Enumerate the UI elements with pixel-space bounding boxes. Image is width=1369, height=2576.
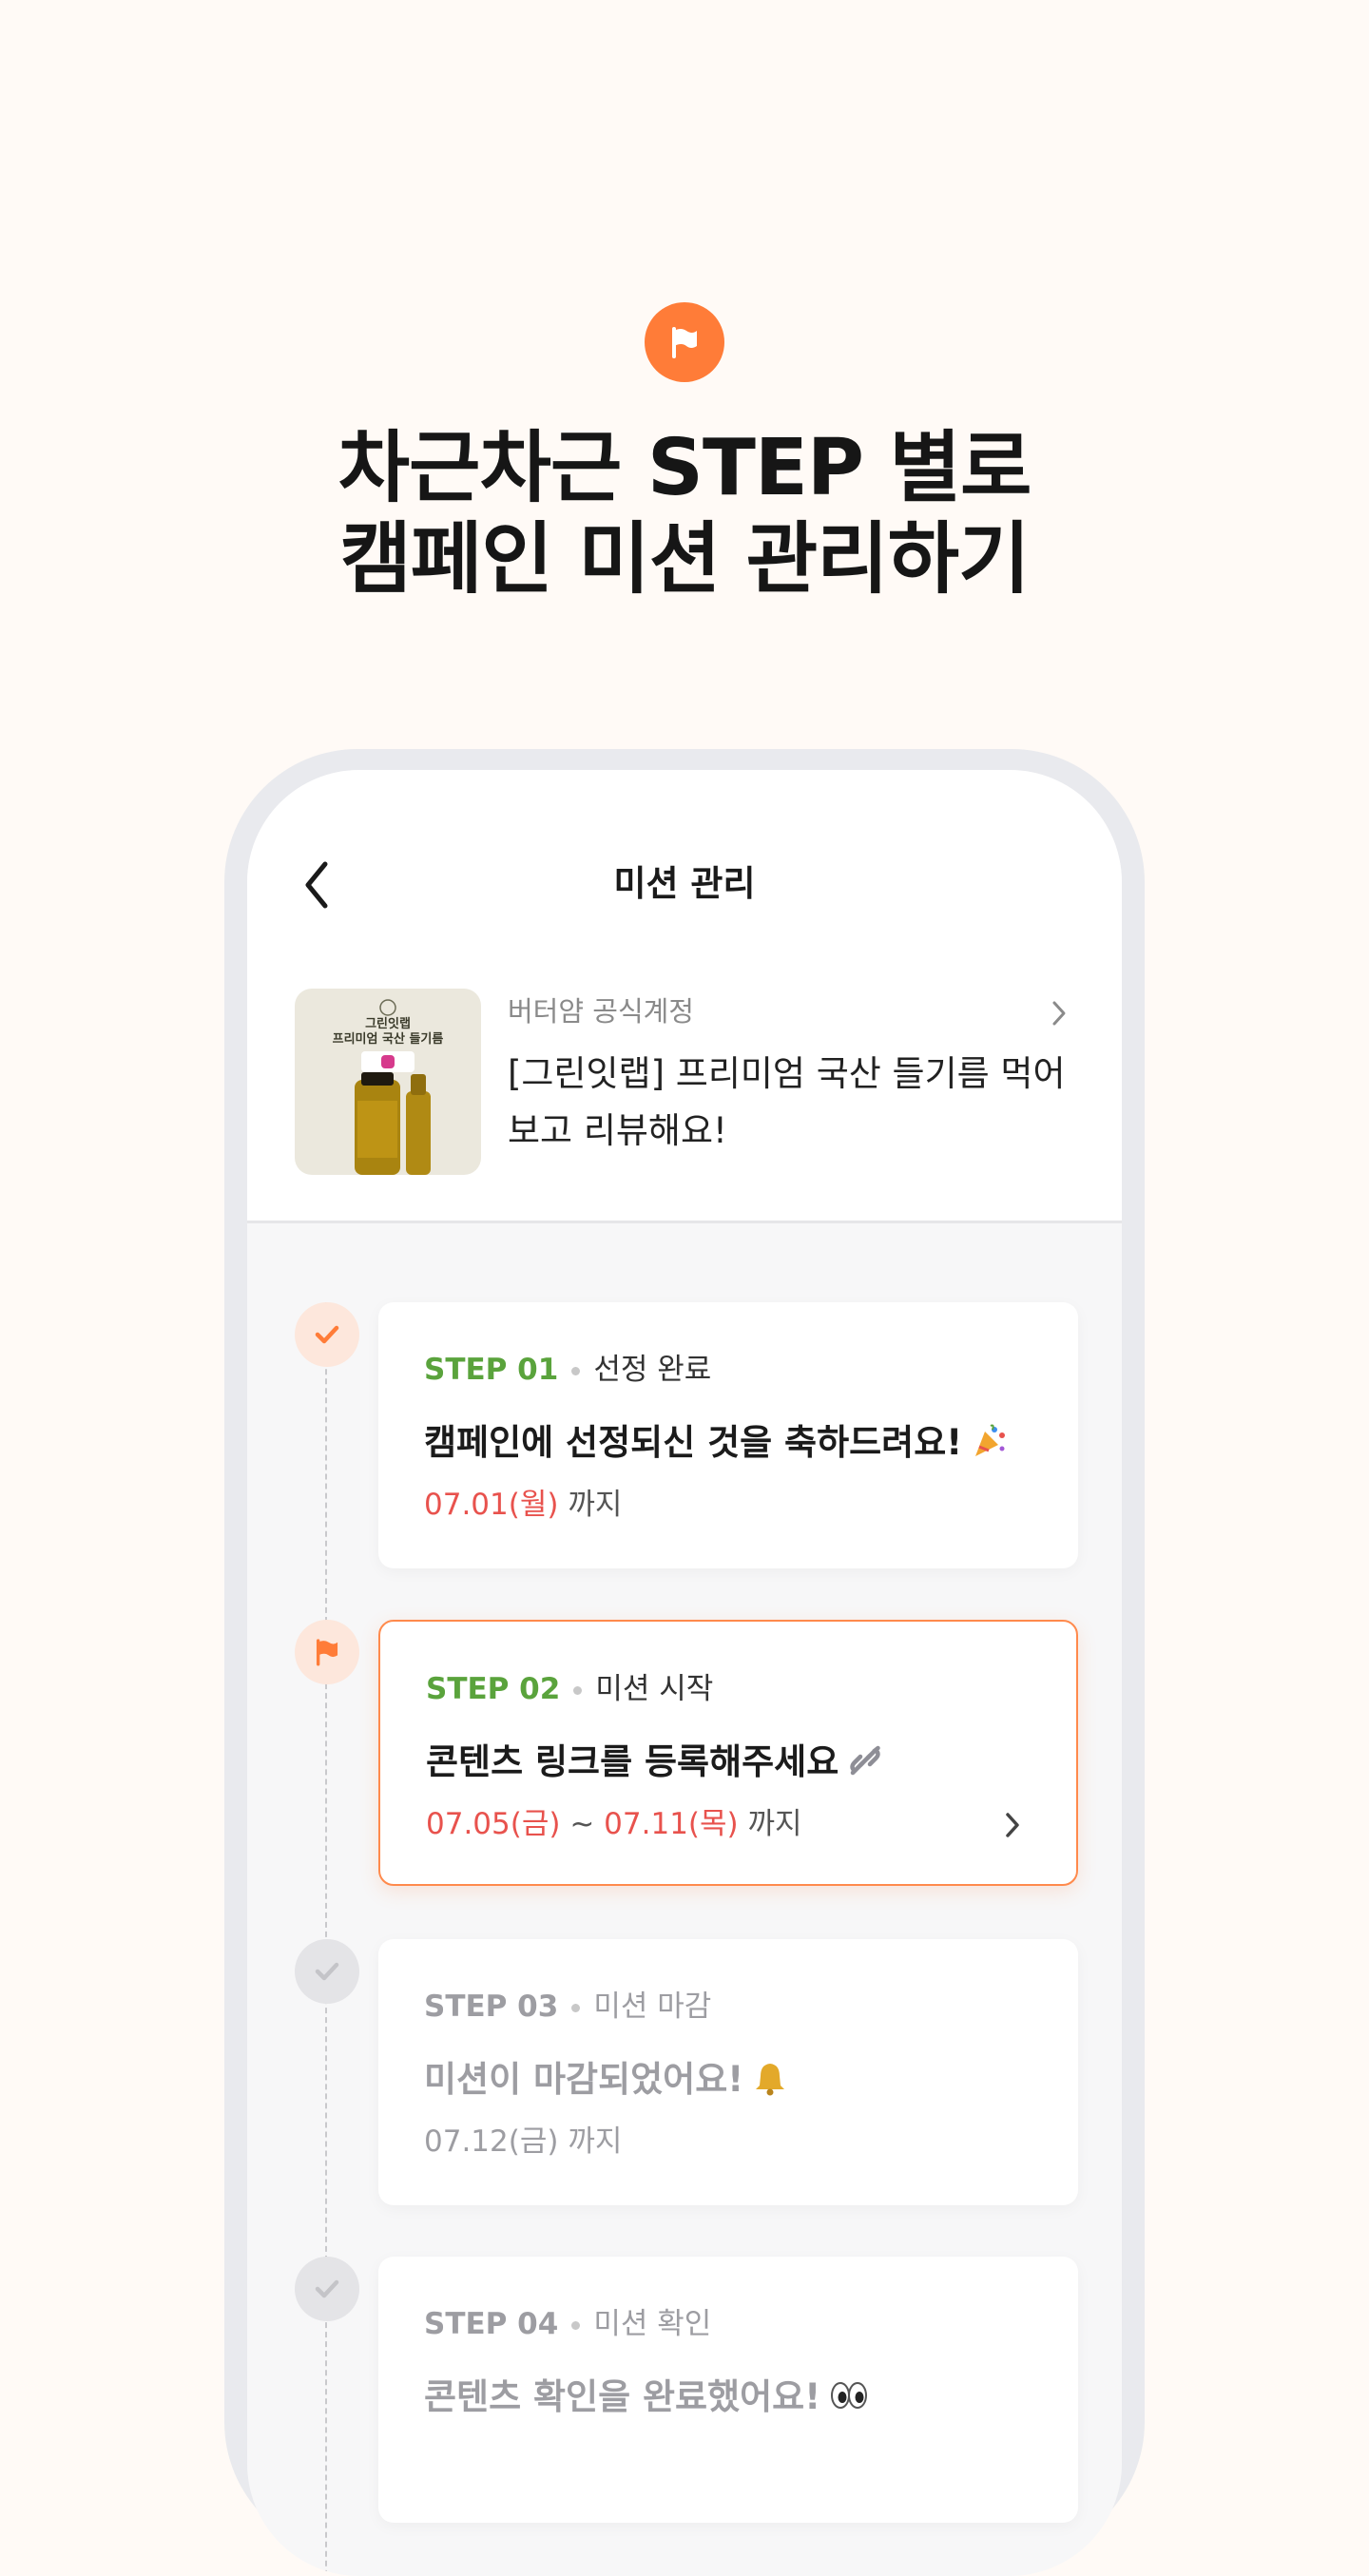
step-title-text: 미션이 마감되었어요! xyxy=(424,2059,744,2100)
step-title: 콘텐츠 확인을 완료했어요! xyxy=(424,2371,870,2430)
separator-dot xyxy=(571,1367,581,1375)
step-card-3[interactable]: STEP 03 미션 마감 미션이 마감되었어요! 07.12(금) 까지 xyxy=(378,1939,1078,2205)
step-label: STEP 02 xyxy=(426,1672,561,1706)
step-label: STEP 01 xyxy=(424,1353,559,1387)
link-icon xyxy=(846,1741,884,1795)
party-popper-icon xyxy=(970,1422,1008,1475)
step-title: 콘텐츠 링크를 등록해주세요 xyxy=(426,1736,884,1795)
check-icon xyxy=(315,2279,339,2298)
chevron-right-icon xyxy=(1052,1001,1066,1026)
step-card-1[interactable]: STEP 01 선정 완료 캠페인에 선정되신 것을 축하드려요! 07.01(월… xyxy=(378,1302,1078,1568)
step-status: 미션 확인 xyxy=(593,2307,712,2341)
headline-line-2: 캠페인 미션 관리하기 xyxy=(339,514,1030,605)
step-title-text: 캠페인에 선정되신 것을 축하드려요! xyxy=(424,1422,963,1463)
date-end: 07.11(목) xyxy=(604,1807,739,1841)
separator-dot xyxy=(571,2004,581,2012)
date-suffix: 까지 xyxy=(568,1488,623,1522)
step-date: 07.01(월) 까지 xyxy=(424,1483,622,1527)
date-start: 07.05(금) xyxy=(426,1807,561,1841)
headline: 차근차근 STEP 별로 캠페인 미션 관리하기 xyxy=(0,423,1369,606)
step-title: 미션이 마감되었어요! xyxy=(424,2053,789,2112)
step-date: 07.12(금) 까지 xyxy=(424,2120,622,2163)
step-label: STEP 03 xyxy=(424,1990,559,2024)
phone-screen: 미션 관리 그린잇랩 프리미엄 국산 들기름 버터얌 공식계정 [그린잇랩] 프… xyxy=(247,770,1122,2576)
step-3-check-indicator xyxy=(295,1939,359,2004)
chevron-right-icon xyxy=(1006,1813,1019,1837)
step-status: 선정 완료 xyxy=(593,1353,712,1387)
date-start: 07.12(금) xyxy=(424,2124,559,2159)
step-card-2[interactable]: STEP 02 미션 시작 콘텐츠 링크를 등록해주세요 07.05(금) ~ 0… xyxy=(378,1620,1078,1886)
step-1-check-indicator xyxy=(295,1302,359,1367)
flag-icon xyxy=(316,1639,338,1666)
step-label: STEP 04 xyxy=(424,2307,559,2341)
step-4-check-indicator xyxy=(295,2257,359,2321)
eyes-icon xyxy=(828,2376,870,2430)
step-title-text: 콘텐츠 확인을 완료했어요! xyxy=(424,2376,821,2417)
account-name[interactable]: 버터얌 공식계정 xyxy=(508,990,694,1032)
thumbnail-product: 프리미엄 국산 들기름 xyxy=(332,1032,444,1047)
step-2-chevron-button[interactable] xyxy=(998,1808,1027,1842)
step-2-flag-indicator xyxy=(295,1620,359,1684)
check-icon xyxy=(315,1325,339,1344)
date-suffix: 까지 xyxy=(568,2124,623,2159)
step-card-4[interactable]: STEP 04 미션 확인 콘텐츠 확인을 완료했어요! xyxy=(378,2257,1078,2523)
date-separator: ~ xyxy=(569,1807,595,1841)
thumbnail-brand: 그린잇랩 xyxy=(365,1017,411,1031)
step-date: 07.05(금) ~ 07.11(목) 까지 xyxy=(426,1802,802,1846)
campaign-header: 미션 관리 그린잇랩 프리미엄 국산 들기름 버터얌 공식계정 [그린잇랩] 프… xyxy=(247,770,1122,1223)
date-start: 07.01(월) xyxy=(424,1488,559,1522)
separator-dot xyxy=(571,2321,581,2330)
check-icon xyxy=(315,1962,339,1981)
campaign-title[interactable]: [그린잇랩] 프리미엄 국산 들기름 먹어보고 리뷰해요! xyxy=(508,1046,1078,1160)
headline-line-1: 차근차근 STEP 별로 xyxy=(337,423,1032,513)
step-title-text: 콘텐츠 링크를 등록해주세요 xyxy=(426,1741,839,1782)
date-suffix: 까지 xyxy=(747,1807,802,1841)
step-status: 미션 시작 xyxy=(595,1672,714,1706)
bell-icon xyxy=(751,2059,789,2112)
step-status: 미션 마감 xyxy=(593,1990,712,2024)
step-title: 캠페인에 선정되신 것을 축하드려요! xyxy=(424,1416,1008,1475)
account-chevron-button[interactable] xyxy=(1042,994,1076,1032)
campaign-thumbnail[interactable]: 그린잇랩 프리미엄 국산 들기름 xyxy=(295,989,481,1175)
separator-dot xyxy=(573,1686,583,1695)
flag-icon xyxy=(645,302,724,382)
page-title: 미션 관리 xyxy=(613,863,756,904)
